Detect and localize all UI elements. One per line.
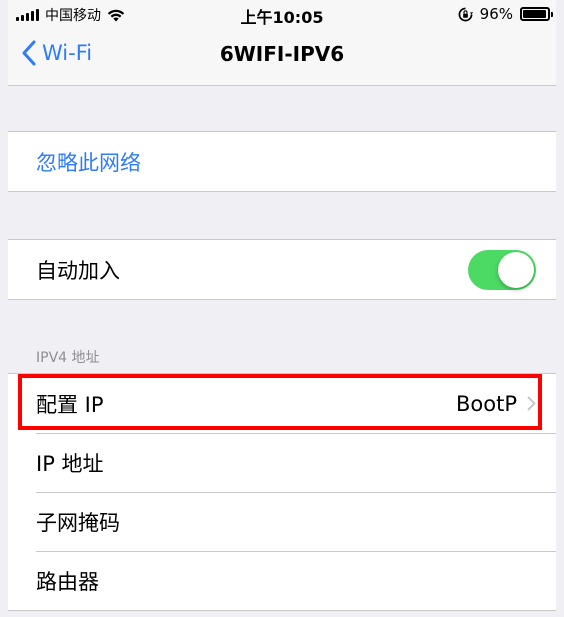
configure-ip-value-group: BootP	[456, 392, 536, 416]
ip-address-row: IP 地址	[8, 433, 556, 492]
status-bar: 中国移动 上午10:05 96%	[8, 0, 556, 28]
auto-join-label: 自动加入	[36, 258, 120, 283]
battery-percent: 96%	[479, 5, 513, 23]
forget-network-section: 忽略此网络	[8, 131, 556, 192]
router-row: 路由器	[8, 551, 556, 610]
subnet-mask-label: 子网掩码	[36, 510, 120, 535]
back-button-label: Wi-Fi	[42, 41, 93, 65]
battery-icon	[520, 7, 553, 21]
configure-ip-label: 配置 IP	[36, 392, 104, 417]
carrier-name: 中国移动	[45, 8, 101, 24]
ipv4-section-header: IPV4 地址	[36, 350, 100, 366]
auto-join-section: 自动加入	[8, 239, 556, 300]
auto-join-row: 自动加入	[8, 240, 556, 299]
battery-level	[523, 10, 546, 18]
cellular-signal-icon	[16, 9, 39, 21]
chevron-left-icon	[22, 40, 36, 66]
wifi-icon	[107, 9, 125, 22]
orientation-lock-icon	[458, 7, 473, 21]
forget-network-button[interactable]: 忽略此网络	[8, 132, 556, 191]
ip-address-label: IP 地址	[36, 451, 104, 476]
back-button[interactable]: Wi-Fi	[22, 40, 92, 66]
auto-join-toggle[interactable]	[468, 249, 536, 290]
subnet-mask-row: 子网掩码	[8, 492, 556, 551]
navigation-bar: Wi-Fi 6WIFI-IPV6	[8, 28, 556, 86]
chevron-right-icon	[527, 396, 536, 411]
toggle-knob	[498, 251, 534, 288]
configure-ip-row[interactable]: 配置 IP BootP	[8, 374, 556, 433]
status-right: 96%	[458, 5, 553, 23]
ipv4-section: 配置 IP BootP IP 地址 子网掩码 路由器	[8, 373, 556, 611]
status-left: 中国移动	[16, 5, 125, 25]
configure-ip-value: BootP	[455, 391, 517, 416]
router-label: 路由器	[36, 569, 99, 594]
forget-network-label: 忽略此网络	[36, 150, 141, 175]
